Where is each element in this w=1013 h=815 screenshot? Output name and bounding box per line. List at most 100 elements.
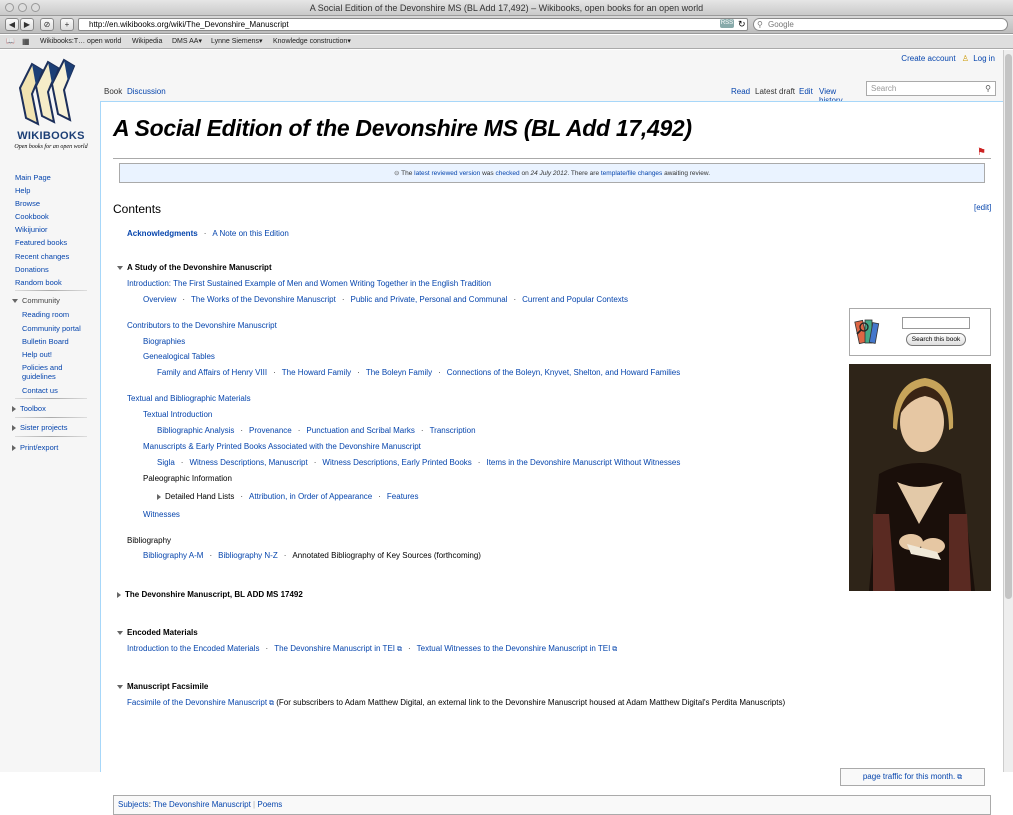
zoom-window-button[interactable] <box>31 3 40 12</box>
section-devonshire-ms-header[interactable]: The Devonshire Manuscript, BL ADD MS 174… <box>117 590 303 599</box>
tab-read[interactable]: Read <box>731 87 750 96</box>
biographies-link[interactable]: Biographies <box>143 337 185 346</box>
sidebar-item-help-out[interactable]: Help out! <box>22 350 52 359</box>
create-account-link[interactable]: Create account <box>901 54 955 63</box>
review-flag-icon[interactable]: ⚑ <box>977 148 987 158</box>
sidebar-item-recent-changes[interactable]: Recent changes <box>15 252 69 261</box>
bibliography-nz-link[interactable]: Bibliography N-Z <box>218 551 278 560</box>
sidebar-item-donations[interactable]: Donations <box>15 265 49 274</box>
sidebar-item-bulletin-board[interactable]: Bulletin Board <box>22 337 69 346</box>
public-private-link[interactable]: Public and Private, Personal and Communa… <box>351 295 508 304</box>
checked-link[interactable]: checked <box>495 170 519 177</box>
sidebar-item-browse[interactable]: Browse <box>15 199 40 208</box>
sidebar-item-wikijunior[interactable]: Wikijunior <box>15 225 48 234</box>
sidebar-item-cookbook[interactable]: Cookbook <box>15 212 49 221</box>
sidebar-section-community[interactable]: Community <box>12 296 60 305</box>
forward-button[interactable]: ▶ <box>20 18 34 31</box>
items-without-witnesses-link[interactable]: Items in the Devonshire Manuscript Witho… <box>486 458 680 467</box>
works-link[interactable]: The Works of the Devonshire Manuscript <box>191 295 336 304</box>
address-bar[interactable]: http://en.wikibooks.org/wiki/The_Devonsh… <box>78 18 748 31</box>
tab-latest-draft[interactable]: Latest draft <box>755 87 795 96</box>
bibliography-am-link[interactable]: Bibliography A-M <box>143 551 203 560</box>
contributors-link[interactable]: Contributors to the Devonshire Manuscrip… <box>127 321 277 330</box>
sigla-link[interactable]: Sigla <box>157 458 175 467</box>
stop-icon[interactable]: ⊘ <box>40 18 54 31</box>
sidebar-item-featured-books[interactable]: Featured books <box>15 238 67 247</box>
wiki-search-input[interactable]: Search ⚲ <box>866 81 996 96</box>
manuscripts-link[interactable]: Manuscripts & Early Printed Books Associ… <box>143 442 421 451</box>
bookmark-item[interactable]: Knowledge construction▾ <box>273 35 351 48</box>
sidebar-item-contact-us[interactable]: Contact us <box>22 386 58 395</box>
contexts-link[interactable]: Current and Popular Contexts <box>522 295 628 304</box>
genealogical-tables-link[interactable]: Genealogical Tables <box>143 352 215 361</box>
sidebar-item-main-page[interactable]: Main Page <box>15 173 51 182</box>
bookmark-item[interactable]: Wikibooks:T… open world <box>40 35 121 48</box>
search-this-book-button[interactable]: Search this book <box>906 333 966 346</box>
encoded-intro-link[interactable]: Introduction to the Encoded Materials <box>127 644 260 653</box>
bookmark-item[interactable]: Wikipedia <box>132 35 162 48</box>
rss-icon[interactable]: RSS <box>720 19 734 28</box>
witness-ms-link[interactable]: Witness Descriptions, Manuscript <box>189 458 307 467</box>
introduction-link[interactable]: Introduction: The First Sustained Exampl… <box>127 279 491 288</box>
scrollbar-thumb[interactable] <box>1005 54 1012 599</box>
attribution-link[interactable]: Attribution, in Order of Appearance <box>249 492 372 501</box>
bookmarks-book-icon[interactable]: 📖 <box>6 35 15 48</box>
sidebar-section-toolbox[interactable]: Toolbox <box>12 404 46 413</box>
sidebar-item-random-book[interactable]: Random book <box>15 278 62 287</box>
template-changes-link[interactable]: template/file changes <box>601 170 662 177</box>
bibliographic-analysis-link[interactable]: Bibliographic Analysis <box>157 426 234 435</box>
wikibooks-logo[interactable]: WIKIBOOKS Open books for an open world <box>10 58 92 153</box>
sidebar-item-help[interactable]: Help <box>15 186 30 195</box>
search-book-input[interactable] <box>902 317 970 329</box>
witness-printed-link[interactable]: Witness Descriptions, Early Printed Book… <box>322 458 471 467</box>
note-on-edition-link[interactable]: A Note on this Edition <box>212 229 289 238</box>
top-sites-grid-icon[interactable]: ▦ <box>22 35 30 48</box>
category-poems[interactable]: Poems <box>257 800 282 809</box>
tei-witnesses-link[interactable]: Textual Witnesses to the Devonshire Manu… <box>417 644 611 653</box>
browser-search-input[interactable]: ⚲ Google <box>753 18 1008 31</box>
reload-icon[interactable]: ↻ <box>738 19 746 30</box>
sidebar-section-print-export[interactable]: Print/export <box>12 443 58 452</box>
add-bookmark-button[interactable]: + <box>60 18 74 31</box>
sidebar-item-community-portal[interactable]: Community portal <box>22 324 81 333</box>
connections-link[interactable]: Connections of the Boleyn, Knyvet, Shelt… <box>447 368 680 377</box>
transcription-link[interactable]: Transcription <box>430 426 476 435</box>
section-study-header[interactable]: A Study of the Devonshire Manuscript <box>117 263 272 272</box>
tei-link[interactable]: The Devonshire Manuscript in TEI <box>274 644 395 653</box>
detailed-hand-lists-toggle[interactable]: Detailed Hand Lists <box>165 492 234 501</box>
tab-book[interactable]: Book <box>104 87 122 96</box>
search-icon[interactable]: ⚲ <box>985 82 991 95</box>
section-encoded-header[interactable]: Encoded Materials <box>117 628 198 637</box>
page-scrollbar[interactable] <box>1003 50 1013 772</box>
close-window-button[interactable] <box>5 3 14 12</box>
sidebar-section-sister-projects[interactable]: Sister projects <box>12 423 68 432</box>
punctuation-link[interactable]: Punctuation and Scribal Marks <box>306 426 415 435</box>
bookmark-item[interactable]: Lynne Siemens▾ <box>211 35 263 48</box>
subjects-link[interactable]: Subjects <box>118 800 149 809</box>
chevron-right-icon[interactable] <box>157 493 161 500</box>
back-button[interactable]: ◀ <box>5 18 19 31</box>
sidebar-item-policies[interactable]: Policies and guidelines <box>22 363 74 381</box>
textual-introduction-link[interactable]: Textual Introduction <box>143 410 212 419</box>
minimize-window-button[interactable] <box>18 3 27 12</box>
textual-materials-link[interactable]: Textual and Bibliographic Materials <box>127 394 251 403</box>
sidebar-item-reading-room[interactable]: Reading room <box>22 310 69 319</box>
tab-edit[interactable]: Edit <box>799 87 813 96</box>
log-in-link[interactable]: Log in <box>973 54 995 63</box>
section-facsimile-header[interactable]: Manuscript Facsimile <box>117 682 208 691</box>
provenance-link[interactable]: Provenance <box>249 426 292 435</box>
category-devonshire-manuscript[interactable]: The Devonshire Manuscript <box>153 800 251 809</box>
boleyn-family-link[interactable]: The Boleyn Family <box>366 368 432 377</box>
features-link[interactable]: Features <box>387 492 419 501</box>
overview-link[interactable]: Overview <box>143 295 176 304</box>
tab-discussion[interactable]: Discussion <box>127 87 166 96</box>
facsimile-link[interactable]: Facsimile of the Devonshire Manuscript <box>127 698 267 707</box>
witnesses-link[interactable]: Witnesses <box>143 510 180 519</box>
henry-viii-link[interactable]: Family and Affairs of Henry VIII <box>157 368 267 377</box>
page-traffic-link[interactable]: page traffic for this month. <box>863 772 955 781</box>
bookmark-item[interactable]: DMS AA▾ <box>172 35 202 48</box>
acknowledgments-link[interactable]: Acknowledgments <box>127 229 198 238</box>
latest-reviewed-link[interactable]: latest reviewed version <box>414 170 480 177</box>
howard-family-link[interactable]: The Howard Family <box>282 368 351 377</box>
edit-section-link[interactable]: [edit] <box>974 203 991 212</box>
